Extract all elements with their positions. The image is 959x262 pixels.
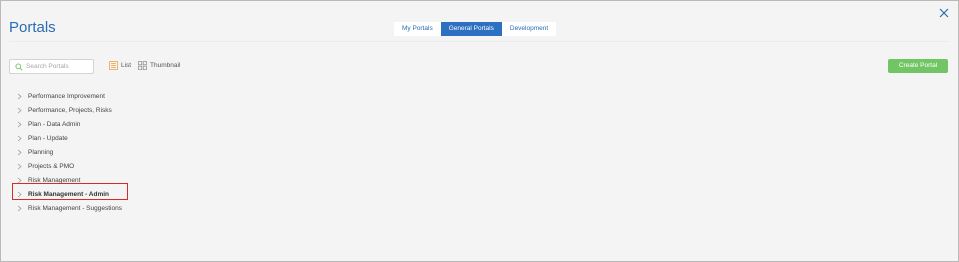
thumbnail-view-icon (138, 61, 147, 70)
portal-item[interactable]: Performance Improvement (17, 89, 122, 103)
chevron-right-icon (17, 149, 22, 155)
chevron-right-icon (17, 107, 22, 113)
chevron-right-icon (17, 121, 22, 127)
chevron-right-icon (17, 135, 22, 141)
chevron-right-icon (17, 191, 22, 197)
header-divider (9, 41, 950, 42)
portal-item-label: Performance Improvement (28, 92, 105, 100)
create-portal-button[interactable]: Create Portal (888, 59, 948, 73)
portals-dialog: Portals My Portals General Portals Devel… (0, 0, 959, 262)
portal-item[interactable]: Performance, Projects, Risks (17, 103, 122, 117)
portal-item-label: Plan - Update (28, 134, 68, 142)
search-input[interactable] (26, 63, 88, 70)
portal-item[interactable]: Plan - Data Admin (17, 117, 122, 131)
list-view-icon (109, 61, 118, 70)
view-thumbnail-button[interactable]: Thumbnail (138, 61, 180, 70)
portal-item[interactable]: Planning (17, 145, 122, 159)
portal-item[interactable]: Risk Management - Suggestions (17, 201, 122, 215)
portal-item-label: Risk Management - Admin (28, 190, 110, 198)
search-icon (15, 62, 23, 71)
portal-item-risk-management-admin[interactable]: Risk Management - Admin (17, 187, 122, 201)
portal-item-label: Risk Management - Suggestions (28, 204, 122, 212)
view-thumbnail-label: Thumbnail (150, 62, 181, 69)
chevron-right-icon (17, 205, 22, 211)
portal-item[interactable]: Risk Management (17, 173, 122, 187)
view-list-label: List (121, 62, 132, 69)
chevron-right-icon (17, 93, 22, 99)
page-title: Portals (9, 19, 56, 36)
chevron-right-icon (17, 177, 22, 183)
portal-item-label: Plan - Data Admin (28, 120, 81, 128)
view-list-button[interactable]: List (109, 61, 131, 70)
portal-list: Performance Improvement Performance, Pro… (17, 89, 122, 215)
portal-item[interactable]: Plan - Update (17, 131, 122, 145)
chevron-right-icon (17, 163, 22, 169)
tab-development[interactable]: Development (501, 22, 557, 36)
portal-item-label: Projects & PMO (28, 162, 75, 170)
portal-item-label: Risk Management (28, 176, 81, 184)
tab-my-portals[interactable]: My Portals (394, 22, 441, 36)
portal-item-label: Performance, Projects, Risks (28, 106, 112, 114)
portal-item-label: Planning (28, 148, 54, 156)
tab-general-portals[interactable]: General Portals (440, 22, 502, 36)
close-icon[interactable] (938, 6, 950, 18)
portal-item[interactable]: Projects & PMO (17, 159, 122, 173)
portal-tabs: My Portals General Portals Development (394, 22, 557, 36)
search-box (9, 59, 94, 74)
